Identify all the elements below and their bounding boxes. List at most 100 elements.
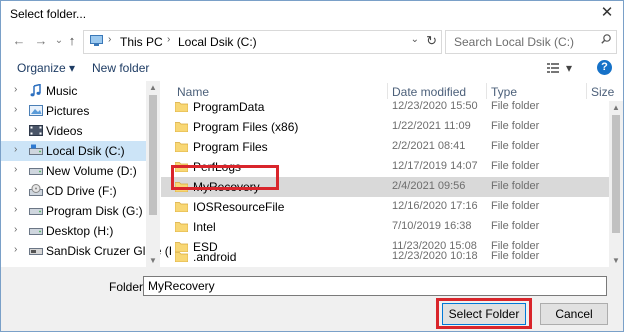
expand-chevron-icon[interactable]: › [14,144,17,155]
sidebar-item-sandisk[interactable]: › SanDisk Cruzer Glide (I [1,241,172,261]
scrollbar-thumb[interactable] [149,95,157,215]
sidebar-item-label: New Volume (D:) [46,164,137,178]
drive-icon [29,168,43,175]
file-list-scrollbar[interactable]: ▲ ▼ [609,101,623,267]
file-date: 12/16/2020 17:16 [392,200,478,212]
organize-button[interactable]: Organize ▾ [17,61,75,75]
file-name: Program Files (x86) [193,120,299,134]
expand-chevron-icon[interactable]: › [14,184,17,195]
sidebar-item-label: Program Disk (G:) [46,204,143,218]
scroll-down-icon[interactable]: ▼ [149,256,157,265]
sidebar-item-label: Desktop (H:) [46,224,114,238]
sidebar-item-cd-drive[interactable]: › CD Drive (F:) [1,181,146,201]
table-row[interactable]: .android 12/23/2020 10:18 File folder [161,247,609,267]
file-type: File folder [491,180,540,192]
sidebar-item-program-disk[interactable]: › Program Disk (G:) [1,201,146,221]
select-folder-dialog: Select folder... ✕ ← → ⌄ ↑ › This PC › L… [0,0,624,332]
file-type: File folder [491,250,540,262]
sidebar-item-videos[interactable]: › Videos [1,121,146,141]
breadcrumb-chevron-icon[interactable]: › [108,34,111,45]
folder-icon [175,222,188,232]
folder-label: Folder: [109,280,147,294]
file-name: .android [193,250,237,264]
view-options-icon[interactable] [547,63,559,73]
search-placeholder: Search Local Dsik (C:) [454,35,575,49]
folder-icon [175,202,188,212]
folder-icon [175,142,188,152]
scroll-up-icon[interactable]: ▲ [149,83,157,92]
file-date: 12/17/2019 14:07 [392,160,478,172]
sidebar-item-local-disk[interactable]: › Local Dsik (C:) [1,141,146,161]
annotation-highlight-myrecovery [171,165,279,190]
music-icon [30,84,41,97]
breadcrumb-local-disk[interactable]: Local Dsik (C:) [178,35,257,49]
sidebar-item-label: Videos [46,124,83,138]
sidebar-item-new-volume[interactable]: › New Volume (D:) [1,161,146,181]
navigation-scrollbar[interactable]: ▲ ▼ [146,81,160,267]
file-name: Program Files [193,140,268,154]
sidebar-item-label: Pictures [46,104,90,118]
scrollbar-thumb[interactable] [612,115,620,233]
table-row[interactable]: Intel 7/10/2019 16:38 File folder [161,217,609,237]
refresh-icon[interactable]: ↻ [426,33,437,49]
table-row[interactable]: IOSResourceFile 12/16/2020 17:16 File fo… [161,197,609,217]
file-name: IOSResourceFile [193,200,285,214]
scroll-up-icon[interactable]: ▲ [612,103,620,112]
file-type: File folder [491,220,540,232]
help-icon[interactable]: ? [597,60,612,75]
up-icon[interactable]: ↑ [63,32,81,50]
search-input[interactable]: Search Local Dsik (C:) [445,30,617,54]
table-row[interactable]: ProgramData 12/23/2020 15:50 File folder [161,97,609,117]
folder-icon [175,102,188,112]
usb-icon [29,248,43,255]
expand-chevron-icon[interactable]: › [14,104,17,115]
pictures-icon [29,105,43,116]
breadcrumb-chevron-icon[interactable]: › [167,34,170,45]
file-date: 2/4/2021 09:56 [392,180,466,192]
view-dropdown-icon[interactable]: ▾ [566,61,572,75]
dialog-footer: Folder: Select Folder Cancel [1,267,623,331]
expand-chevron-icon[interactable]: › [14,164,17,175]
expand-chevron-icon[interactable]: › [14,224,17,235]
expand-chevron-icon[interactable]: › [14,204,17,215]
table-row[interactable]: Program Files (x86) 1/22/2021 11:09 File… [161,117,609,137]
file-type: File folder [491,140,540,152]
window-title: Select folder... [10,7,87,21]
expand-chevron-icon[interactable]: › [14,124,17,135]
file-name: ProgramData [193,100,265,114]
breadcrumb-this-pc[interactable]: This PC [120,35,163,49]
drive-icon [29,228,43,235]
drive-icon [29,208,43,215]
sidebar-item-label: Local Dsik (C:) [46,144,125,158]
folder-icon [175,122,188,132]
file-date: 12/23/2020 15:50 [392,100,478,112]
annotation-highlight-select-folder [436,298,532,329]
file-name: Intel [193,220,216,234]
videos-icon [29,125,43,136]
expand-chevron-icon[interactable]: › [14,244,17,255]
sidebar-item-pictures[interactable]: › Pictures [1,101,146,121]
expand-chevron-icon[interactable]: › [14,84,17,95]
file-type: File folder [491,100,540,112]
navigation-pane: › Music › Pictures › Videos › Local Dsik… [1,81,172,267]
folder-name-input[interactable] [143,276,607,296]
close-button[interactable]: ✕ [597,4,617,22]
sidebar-item-desktop[interactable]: › Desktop (H:) [1,221,146,241]
cancel-button[interactable]: Cancel [540,303,608,325]
drive-icon [29,144,43,155]
scroll-down-icon[interactable]: ▼ [612,256,620,265]
table-row[interactable]: Program Files 2/2/2021 08:41 File folder [161,137,609,157]
cd-icon [29,184,43,196]
file-type: File folder [491,200,540,212]
this-pc-icon [90,35,103,46]
title-bar: Select folder... ✕ [1,1,623,27]
file-type: File folder [491,120,540,132]
forward-icon[interactable]: → [32,32,50,50]
address-bar[interactable]: › This PC › Local Dsik (C:) ⌄ ↻ [83,30,442,54]
folder-icon [175,252,188,262]
back-icon[interactable]: ← [10,32,28,50]
address-dropdown-icon[interactable]: ⌄ [411,34,419,45]
sidebar-item-music[interactable]: › Music [1,81,146,101]
file-date: 2/2/2021 08:41 [392,140,466,152]
new-folder-button[interactable]: New folder [92,61,149,75]
